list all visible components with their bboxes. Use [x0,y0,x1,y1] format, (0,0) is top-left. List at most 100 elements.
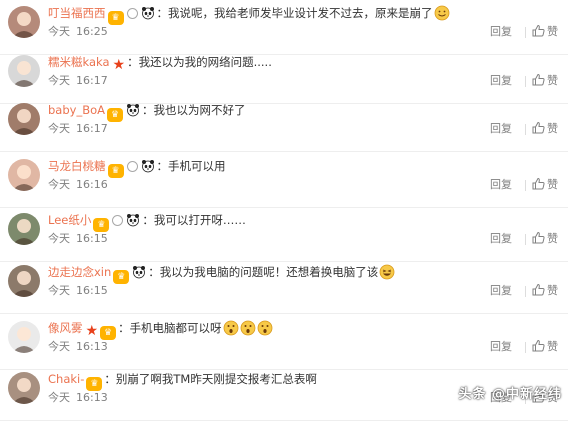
like-button[interactable]: 赞 [532,231,558,247]
divider [525,27,526,38]
star-badge-icon: ★ [85,323,99,339]
emoji-icon [257,320,273,336]
timestamp-day: 今天 [48,232,70,245]
panda-badge-icon [141,6,155,20]
comment-text: 我以为我电脑的问题呢！还想着换电脑了该 [159,265,379,279]
like-label: 赞 [547,284,558,297]
comment-text: 我也以为网不好了 [153,103,246,117]
reply-button[interactable]: 回复 [490,283,512,299]
colon-separator: ： [156,6,169,20]
username-link[interactable]: 像风雾 [48,321,83,335]
colon-separator: ： [127,55,139,69]
thumbs-up-icon [532,283,547,297]
reply-button[interactable]: 回复 [490,121,512,137]
colon-separator: ： [148,265,160,279]
thumbs-up-icon [532,73,547,87]
avatar[interactable] [8,159,40,191]
comment-text: 别崩了啊我TM昨天刚提交报考汇总表啊 [115,372,317,386]
comment-text: 我可以打开呀…… [153,213,246,227]
username-link[interactable]: 叮当福西西 [48,6,106,20]
avatar[interactable] [8,55,40,87]
panda-badge-icon [126,103,140,117]
avatar[interactable] [8,321,40,353]
comment-text: 我还以为我的网络问题..... [138,55,272,69]
like-button[interactable]: 赞 [532,73,558,89]
timestamp: 今天 16:17 [48,73,108,89]
timestamp: 今天 16:16 [48,177,108,193]
vip-badge-icon: ♛ [107,164,124,178]
comment-row: 叮当福西西 ♛ ：我说呢，我给老师发毕业设计发不过去，原来是崩了今天 16:25 回复 赞 [0,0,568,55]
like-button[interactable]: 赞 [532,283,558,299]
comment-row: baby_BoA ♛ ：我也以为网不好了 今天 16:17 回复 赞 [0,97,568,152]
emoji-icon [434,5,450,21]
timestamp-day: 今天 [48,74,70,87]
avatar[interactable] [8,213,40,245]
avatar[interactable] [8,103,40,135]
ring-badge-icon [126,8,138,19]
vip-badge-icon: ♛ [86,377,103,391]
timestamp-day: 今天 [48,122,70,135]
timestamp-day: 今天 [48,25,70,38]
ring-badge-icon [112,215,124,226]
timestamp: 今天 16:25 [48,24,108,40]
timestamp: 今天 16:13 [48,339,108,355]
like-label: 赞 [547,25,558,38]
timestamp-time: 16:17 [76,122,108,135]
colon-separator: ： [156,159,169,173]
like-label: 赞 [547,122,558,135]
emoji-icon [379,264,395,280]
like-label: 赞 [547,74,558,87]
panda-badge-icon [132,265,146,279]
comment-row: 马龙白桃糖 ♛ ：手机可以用 今天 16:16 回复 赞 [0,153,568,208]
reply-button[interactable]: 回复 [490,73,512,89]
username-link[interactable]: 边走边念xin [48,265,111,279]
comment-text: 手机电脑都可以呀 [129,321,222,335]
username-link[interactable]: baby_BoA [48,103,105,117]
colon-separator: ： [142,213,154,227]
timestamp-time: 16:16 [76,178,108,191]
divider [525,124,526,135]
like-button[interactable]: 赞 [532,339,558,355]
divider [525,76,526,87]
timestamp-day: 今天 [48,391,70,404]
avatar[interactable] [8,372,40,404]
comment-row: 边走边念xin ♛ ：我以为我电脑的问题呢！还想着换电脑了该 今天 16:15 回复 赞 [0,259,568,314]
reply-button[interactable]: 回复 [490,24,512,40]
watermark: 头条 @中新经纬 [458,387,562,402]
divider [525,180,526,191]
username-link[interactable]: 马龙白桃糖 [48,159,106,173]
thumbs-up-icon [532,231,547,245]
timestamp-day: 今天 [48,178,70,191]
colon-separator: ： [142,103,154,117]
vip-badge-icon: ♛ [100,326,117,340]
avatar[interactable] [8,6,40,38]
timestamp-time: 16:15 [76,284,108,297]
ring-badge-icon [126,161,138,172]
timestamp-time: 16:13 [76,391,108,404]
username-link[interactable]: 糯米糍kaka [48,55,110,69]
colon-separator: ： [118,321,130,335]
like-label: 赞 [547,178,558,191]
reply-button[interactable]: 回复 [490,339,512,355]
timestamp-day: 今天 [48,340,70,353]
timestamp-time: 16:15 [76,232,108,245]
timestamp: 今天 16:15 [48,231,108,247]
vip-badge-icon: ♛ [107,11,124,25]
reply-button[interactable]: 回复 [490,177,512,193]
like-button[interactable]: 赞 [532,24,558,40]
comment-row: 糯米糍kaka ★ ：我还以为我的网络问题..... 今天 16:17 回复 赞 [0,49,568,104]
username-link[interactable]: Lee纸小 [48,213,91,227]
like-button[interactable]: 赞 [532,177,558,193]
reply-button[interactable]: 回复 [490,231,512,247]
like-button[interactable]: 赞 [532,121,558,137]
username-link[interactable]: Chaki- [48,372,84,386]
comment-text: 我说呢，我给老师发毕业设计发不过去，原来是崩了 [168,6,433,20]
comment-row: Lee纸小 ♛ ：我可以打开呀…… 今天 16:15 回复 赞 [0,207,568,262]
avatar[interactable] [8,265,40,297]
timestamp: 今天 16:15 [48,283,108,299]
timestamp-time: 16:17 [76,74,108,87]
divider [525,234,526,245]
like-label: 赞 [547,340,558,353]
panda-badge-icon [141,159,155,173]
emoji-icon [240,320,256,336]
